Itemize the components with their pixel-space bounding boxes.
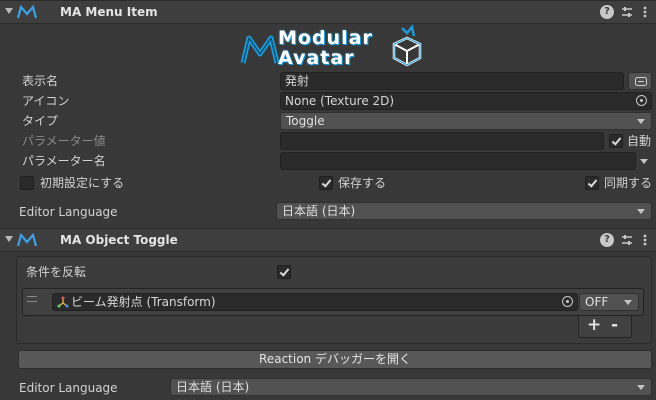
type-dropdown[interactable]: Toggle bbox=[280, 112, 652, 130]
type-label: タイプ bbox=[22, 114, 59, 128]
modular-avatar-logo: Modular Avatar bbox=[240, 24, 425, 70]
transform-icon bbox=[57, 296, 69, 308]
help-icon[interactable]: ? bbox=[600, 233, 614, 247]
component-title: MA Object Toggle bbox=[60, 233, 178, 247]
chevron-down-icon bbox=[637, 385, 645, 390]
drag-handle-icon[interactable] bbox=[27, 296, 37, 302]
display-name-field[interactable]: 発射 bbox=[280, 72, 624, 90]
editor-language-value-2: 日本語 (日本) bbox=[176, 380, 250, 394]
chevron-down-icon bbox=[624, 300, 632, 305]
invert-label: 条件を反転 bbox=[26, 265, 87, 279]
object-picker-icon[interactable] bbox=[636, 95, 647, 106]
saved-checkbox[interactable] bbox=[319, 176, 333, 190]
context-menu-icon[interactable] bbox=[638, 5, 652, 19]
default-checkbox[interactable] bbox=[20, 176, 34, 190]
saved-label: 保存する bbox=[338, 176, 387, 190]
object-toggle-header[interactable]: MA Object Toggle ? bbox=[0, 228, 656, 252]
auto-label: 自動 bbox=[627, 134, 652, 148]
logo-text-line1: Modular bbox=[278, 27, 373, 49]
presets-icon[interactable] bbox=[620, 233, 634, 247]
param-name-dropdown-icon[interactable] bbox=[640, 159, 648, 164]
logo-text-line2: Avatar bbox=[278, 47, 355, 69]
link-icon bbox=[635, 77, 647, 86]
editor-language-dropdown-2[interactable]: 日本語 (日本) bbox=[170, 378, 652, 396]
icon-field[interactable]: None (Texture 2D) bbox=[280, 92, 652, 110]
icon-field-value: None (Texture 2D) bbox=[285, 94, 395, 108]
modular-avatar-icon bbox=[17, 233, 37, 247]
help-icon[interactable]: ? bbox=[600, 5, 614, 19]
foldout-arrow-icon[interactable] bbox=[5, 8, 13, 14]
checkmark-icon bbox=[611, 135, 622, 146]
logo-box-icon bbox=[392, 24, 422, 67]
icon-label: アイコン bbox=[22, 94, 70, 108]
param-value-field[interactable] bbox=[280, 132, 604, 150]
display-name-label: 表示名 bbox=[22, 74, 59, 88]
context-menu-icon[interactable] bbox=[638, 233, 652, 247]
auto-checkbox[interactable] bbox=[609, 134, 623, 148]
add-remove-footer: + - bbox=[578, 315, 632, 338]
add-button[interactable]: + bbox=[587, 315, 601, 335]
editor-language-value: 日本語 (日本) bbox=[282, 204, 356, 218]
toggle-state-dropdown[interactable]: OFF bbox=[579, 293, 639, 311]
invert-checkbox[interactable] bbox=[277, 265, 291, 279]
link-button[interactable] bbox=[628, 72, 652, 90]
default-label: 初期設定にする bbox=[40, 176, 125, 190]
editor-language-dropdown[interactable]: 日本語 (日本) bbox=[276, 202, 652, 220]
param-value-label: パラメーター値 bbox=[22, 134, 106, 148]
synced-label: 同期する bbox=[604, 176, 653, 190]
type-dropdown-value: Toggle bbox=[286, 114, 325, 128]
param-name-label: パラメーター名 bbox=[22, 154, 106, 168]
object-picker-icon[interactable] bbox=[562, 296, 573, 307]
foldout-arrow-icon[interactable] bbox=[5, 236, 13, 242]
chevron-down-icon bbox=[637, 209, 645, 214]
toggle-object-field[interactable]: ビーム発射点 (Transform) bbox=[52, 293, 578, 311]
reaction-debugger-button[interactable]: Reaction デバッガーを開く bbox=[18, 350, 652, 369]
checkmark-icon bbox=[321, 177, 332, 188]
param-name-field[interactable] bbox=[280, 152, 636, 170]
remove-button[interactable]: - bbox=[611, 315, 618, 335]
editor-language-label-2: Editor Language bbox=[19, 381, 118, 395]
checkmark-icon bbox=[587, 177, 598, 188]
chevron-down-icon bbox=[637, 119, 645, 124]
presets-icon[interactable] bbox=[620, 5, 634, 19]
component-title: MA Menu Item bbox=[60, 5, 158, 19]
synced-checkbox[interactable] bbox=[585, 176, 599, 190]
editor-language-label: Editor Language bbox=[19, 205, 118, 219]
checkmark-icon bbox=[279, 266, 290, 277]
toggle-object-value: ビーム発射点 (Transform) bbox=[71, 295, 216, 309]
toggle-state-value: OFF bbox=[585, 295, 609, 309]
modular-avatar-icon bbox=[17, 5, 37, 19]
logo-m-icon bbox=[240, 35, 280, 64]
menu-item-header[interactable]: MA Menu Item ? bbox=[0, 0, 656, 24]
